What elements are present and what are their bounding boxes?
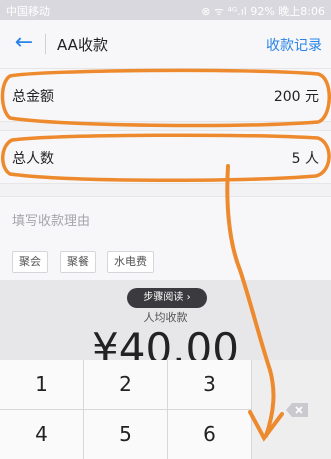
payment-records-link[interactable]: 收款记录 [266,35,322,55]
key-5[interactable]: 5 [84,410,167,459]
carrier-label: 中国移动 [6,5,50,18]
total-amount-row[interactable]: 总金额 200 元 [0,68,331,122]
key-6[interactable]: 6 [168,410,251,459]
total-people-input[interactable]: 5 人 [292,148,319,168]
key-4[interactable]: 4 [0,410,83,459]
numeric-keypad: 1 2 3 4 5 6 [0,360,331,459]
total-people-label: 总人数 [12,151,54,167]
status-icons: ⊗ ᯤ ⁴ᴳ.ıl 92% [201,5,275,18]
per-person-amount: ¥40.00 [92,324,239,362]
tag-chip-dinner[interactable]: 聚餐 [60,251,96,273]
reason-input[interactable]: 填写收款理由 [12,210,90,229]
status-time: 晚上8:06 [278,5,325,18]
key-1[interactable]: 1 [0,360,83,409]
back-arrow-icon[interactable]: ← [12,30,36,56]
tag-chip-utilities[interactable]: 水电费 [107,251,154,273]
total-people-row[interactable]: 总人数 5 人 [0,130,331,184]
reason-section: 填写收款理由 聚会 聚餐 水电费 [0,196,331,281]
key-3[interactable]: 3 [168,360,251,409]
navigation-bar: ← AA收款 收款记录 [0,20,331,69]
status-bar: 中国移动 ⊗ ᯤ ⁴ᴳ.ıl 92% 晚上8:06 [0,0,331,20]
tag-chip-gathering[interactable]: 聚会 [12,251,48,273]
page-title: AA收款 [57,36,108,54]
status-right: ⊗ ᯤ ⁴ᴳ.ıl 92% 晚上8:06 [201,3,325,19]
total-amount-input[interactable]: 200 元 [274,86,319,106]
key-2[interactable]: 2 [84,360,167,409]
nav-divider [45,34,46,54]
total-amount-label: 总金额 [12,89,54,105]
step-reading-tooltip[interactable]: 步骤阅读 › [127,288,207,308]
backspace-icon[interactable] [286,403,308,417]
